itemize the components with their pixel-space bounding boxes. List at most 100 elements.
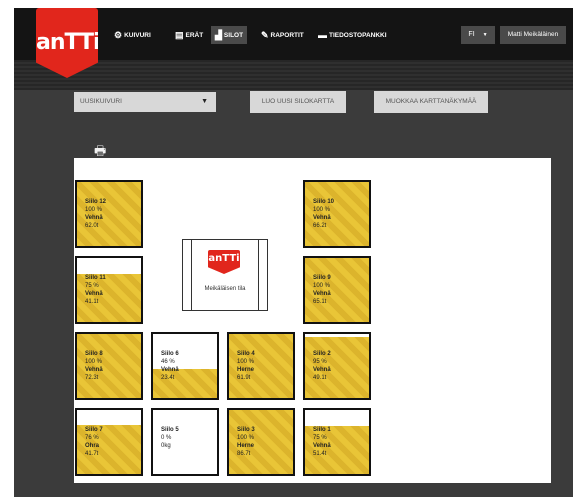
silo-info: Siilo 12 100 % Vehnä 62.0t bbox=[85, 198, 106, 230]
silo-amount: 23.4t bbox=[161, 375, 175, 381]
silo-amount: 62.0t bbox=[85, 223, 99, 229]
silo-amount: 72.3t bbox=[85, 375, 99, 381]
silo-percent: 0 % bbox=[161, 435, 172, 441]
silo-info: Siilo 4 100 % Herne 61.9t bbox=[237, 350, 255, 382]
farm-logo-text: anTTi bbox=[208, 253, 240, 264]
silo-info: Siilo 7 76 % Ohra 41.7t bbox=[85, 426, 103, 458]
silo-amount: 41.7t bbox=[85, 451, 99, 457]
silo-crop: Vehnä bbox=[313, 367, 331, 373]
silo-percent: 46 % bbox=[161, 359, 175, 365]
silo-crop: Ohra bbox=[85, 443, 100, 449]
silo-8[interactable]: Siilo 8 100 % Vehnä 72.3t bbox=[75, 332, 143, 400]
edit-map-view-label: MUOKKAA KARTTANÄKYMÄÄ bbox=[385, 98, 477, 105]
silo-3[interactable]: Siilo 3 100 % Herne 86.7t bbox=[227, 408, 295, 476]
silo-amount: 66.2t bbox=[313, 223, 327, 229]
silo-amount: 65.1t bbox=[313, 299, 327, 305]
logo-text: anTTi bbox=[36, 30, 100, 55]
silo-crop: Vehnä bbox=[161, 367, 179, 373]
silo-name: Siilo 1 bbox=[313, 427, 331, 433]
folder-icon: ▬ bbox=[318, 30, 327, 40]
silo-info: Siilo 2 95 % Vehnä 49.1t bbox=[313, 350, 331, 382]
farm-wall-left bbox=[191, 240, 192, 310]
user-name: Matti Meikäläinen bbox=[507, 31, 559, 38]
silo-2[interactable]: Siilo 2 95 % Vehnä 49.1t bbox=[303, 332, 371, 400]
silo-amount: 0kg bbox=[161, 443, 171, 449]
farm-building[interactable]: anTTi Meikäläisen tila bbox=[182, 239, 268, 311]
nav-kuivuri[interactable]: ⚙ KUIVURI bbox=[110, 26, 155, 44]
silo-name: Siilo 8 bbox=[85, 351, 103, 357]
silo-10[interactable]: Siilo 10 100 % Vehnä 66.2t bbox=[303, 180, 371, 248]
silo-percent: 100 % bbox=[237, 435, 255, 441]
silo-name: Siilo 7 bbox=[85, 427, 103, 433]
silo-crop: Herne bbox=[237, 443, 255, 449]
silo-percent: 75 % bbox=[313, 435, 327, 441]
silo-amount: 49.1t bbox=[313, 375, 327, 381]
silo-name: Siilo 3 bbox=[237, 427, 255, 433]
silo-name: Siilo 5 bbox=[161, 427, 179, 433]
silo-crop: Vehnä bbox=[313, 291, 331, 297]
nav-erat[interactable]: ▤ ERÄT bbox=[171, 26, 207, 44]
silo-amount: 41.1t bbox=[85, 299, 99, 305]
nav-silot[interactable]: ▟ SILOT bbox=[211, 26, 248, 44]
silo-percent: 76 % bbox=[85, 435, 99, 441]
silo-percent: 100 % bbox=[237, 359, 255, 365]
bar-chart-icon: ▟ bbox=[215, 30, 222, 40]
dryer-select[interactable]: UUSIKUIVURI ▼ bbox=[74, 92, 216, 112]
silo-name: Siilo 4 bbox=[237, 351, 255, 357]
silo-1[interactable]: Siilo 1 75 % Vehnä 51.4t bbox=[303, 408, 371, 476]
caret-down-icon: ▼ bbox=[201, 98, 208, 105]
silo-6[interactable]: Siilo 6 46 % Vehnä 23.4t bbox=[151, 332, 219, 400]
header-stripes bbox=[14, 60, 573, 90]
silo-crop: Herne bbox=[237, 367, 255, 373]
nav-erat-label: ERÄT bbox=[185, 32, 204, 39]
edit-map-view-button[interactable]: MUOKKAA KARTTANÄKYMÄÄ bbox=[374, 91, 488, 113]
silo-info: Siilo 5 0 % 0kg bbox=[161, 426, 179, 450]
silo-crop: Vehnä bbox=[313, 215, 331, 221]
nav-tiedostopankki[interactable]: ▬ TIEDOSTOPANKKI bbox=[314, 26, 391, 44]
silo-info: Siilo 8 100 % Vehnä 72.3t bbox=[85, 350, 103, 382]
silo-name: Siilo 10 bbox=[313, 199, 335, 205]
silo-name: Siilo 2 bbox=[313, 351, 331, 357]
silo-name: Siilo 12 bbox=[85, 199, 107, 205]
silo-amount: 86.7t bbox=[237, 451, 251, 457]
farm-wall-right bbox=[258, 240, 259, 310]
pencil-icon: ✎ bbox=[261, 30, 269, 40]
silo-12[interactable]: Siilo 12 100 % Vehnä 62.0t bbox=[75, 180, 143, 248]
user-menu-button[interactable]: Matti Meikäläinen bbox=[500, 26, 566, 44]
silo-info: Siilo 6 46 % Vehnä 23.4t bbox=[161, 350, 179, 382]
document-icon: ▤ bbox=[175, 30, 184, 40]
silo-name: Siilo 11 bbox=[85, 275, 106, 281]
silo-name: Siilo 9 bbox=[313, 275, 331, 281]
silo-info: Siilo 1 75 % Vehnä 51.4t bbox=[313, 426, 331, 458]
silo-4[interactable]: Siilo 4 100 % Herne 61.9t bbox=[227, 332, 295, 400]
silo-percent: 95 % bbox=[313, 359, 327, 365]
silo-7[interactable]: Siilo 7 76 % Ohra 41.7t bbox=[75, 408, 143, 476]
silo-5[interactable]: Siilo 5 0 % 0kg bbox=[151, 408, 219, 476]
silo-info: Siilo 11 75 % Vehnä 41.1t bbox=[85, 274, 106, 306]
new-silo-map-label: LUO UUSI SILOKARTTA bbox=[261, 98, 335, 105]
silo-crop: Vehnä bbox=[313, 443, 331, 449]
silo-crop: Vehnä bbox=[85, 367, 103, 373]
silo-info: Siilo 9 100 % Vehnä 65.1t bbox=[313, 274, 331, 306]
farm-name: Meikäläisen tila bbox=[204, 286, 246, 292]
app-window: ⚙ KUIVURI ▤ ERÄT ▟ SILOT ✎ RAPORTIT ▬ TIEDOST… bbox=[14, 8, 573, 497]
silo-crop: Vehnä bbox=[85, 215, 103, 221]
language-select[interactable]: FI ▼ bbox=[461, 26, 495, 44]
silo-crop: Vehnä bbox=[85, 291, 103, 297]
nav-raportit-label: RAPORTIT bbox=[270, 32, 304, 39]
silo-info: Siilo 10 100 % Vehnä 66.2t bbox=[313, 198, 334, 230]
nav-kuivuri-label: KUIVURI bbox=[124, 32, 151, 39]
silo-percent: 100 % bbox=[313, 207, 331, 213]
farm-logo: anTTi bbox=[208, 250, 240, 274]
new-silo-map-button[interactable]: LUO UUSI SILOKARTTA bbox=[250, 91, 346, 113]
silo-amount: 61.9t bbox=[237, 375, 251, 381]
silo-percent: 100 % bbox=[85, 359, 103, 365]
nav-tiedostopankki-label: TIEDOSTOPANKKI bbox=[329, 32, 387, 39]
silo-name: Siilo 6 bbox=[161, 351, 179, 357]
silo-11[interactable]: Siilo 11 75 % Vehnä 41.1t bbox=[75, 256, 143, 324]
nav-raportit[interactable]: ✎ RAPORTIT bbox=[257, 26, 308, 44]
nav-silot-label: SILOT bbox=[223, 32, 244, 39]
silo-percent: 75 % bbox=[85, 283, 99, 289]
chevron-down-icon: ▼ bbox=[482, 32, 488, 38]
silo-9[interactable]: Siilo 9 100 % Vehnä 65.1t bbox=[303, 256, 371, 324]
